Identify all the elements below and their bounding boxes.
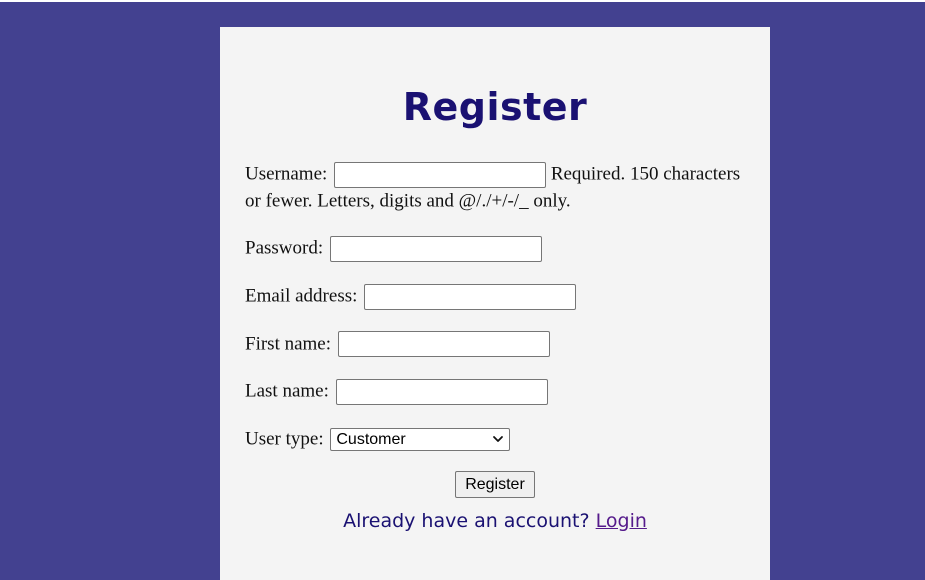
user-type-select[interactable]: Customer [330,427,511,451]
register-form: Username: Required. 150 characters or fe… [245,161,745,499]
password-input[interactable] [329,235,542,262]
user-type-label: User type: [245,428,324,450]
page-title: Register [402,85,588,129]
username-label: Username: [245,163,328,185]
email-row: Email address: [245,283,745,310]
login-prompt: Already have an account? Login [220,510,770,532]
first-name-label: First name: [245,333,332,355]
last-name-label: Last name: [245,380,329,402]
last-name-input[interactable] [335,378,548,405]
password-label: Password: [245,237,324,259]
email-input[interactable] [364,283,577,310]
username-input[interactable] [334,161,547,188]
user-type-selected-value: Customer [336,430,406,448]
first-name-input[interactable] [337,331,550,358]
register-button[interactable]: Register [455,471,535,499]
first-name-row: First name: [245,331,745,358]
chevron-down-icon [493,436,504,442]
username-row: Username: Required. 150 characters or fe… [245,161,745,214]
user-type-row: User type: Customer [245,426,745,453]
login-link[interactable]: Login [596,510,647,532]
login-prompt-text: Already have an account? [343,510,590,532]
last-name-row: Last name: [245,378,745,405]
register-card: Register Username: Required. 150 charact… [220,27,770,580]
submit-row: Register [245,471,745,499]
email-label: Email address: [245,285,358,307]
top-strip [0,0,925,2]
password-row: Password: [245,235,745,262]
